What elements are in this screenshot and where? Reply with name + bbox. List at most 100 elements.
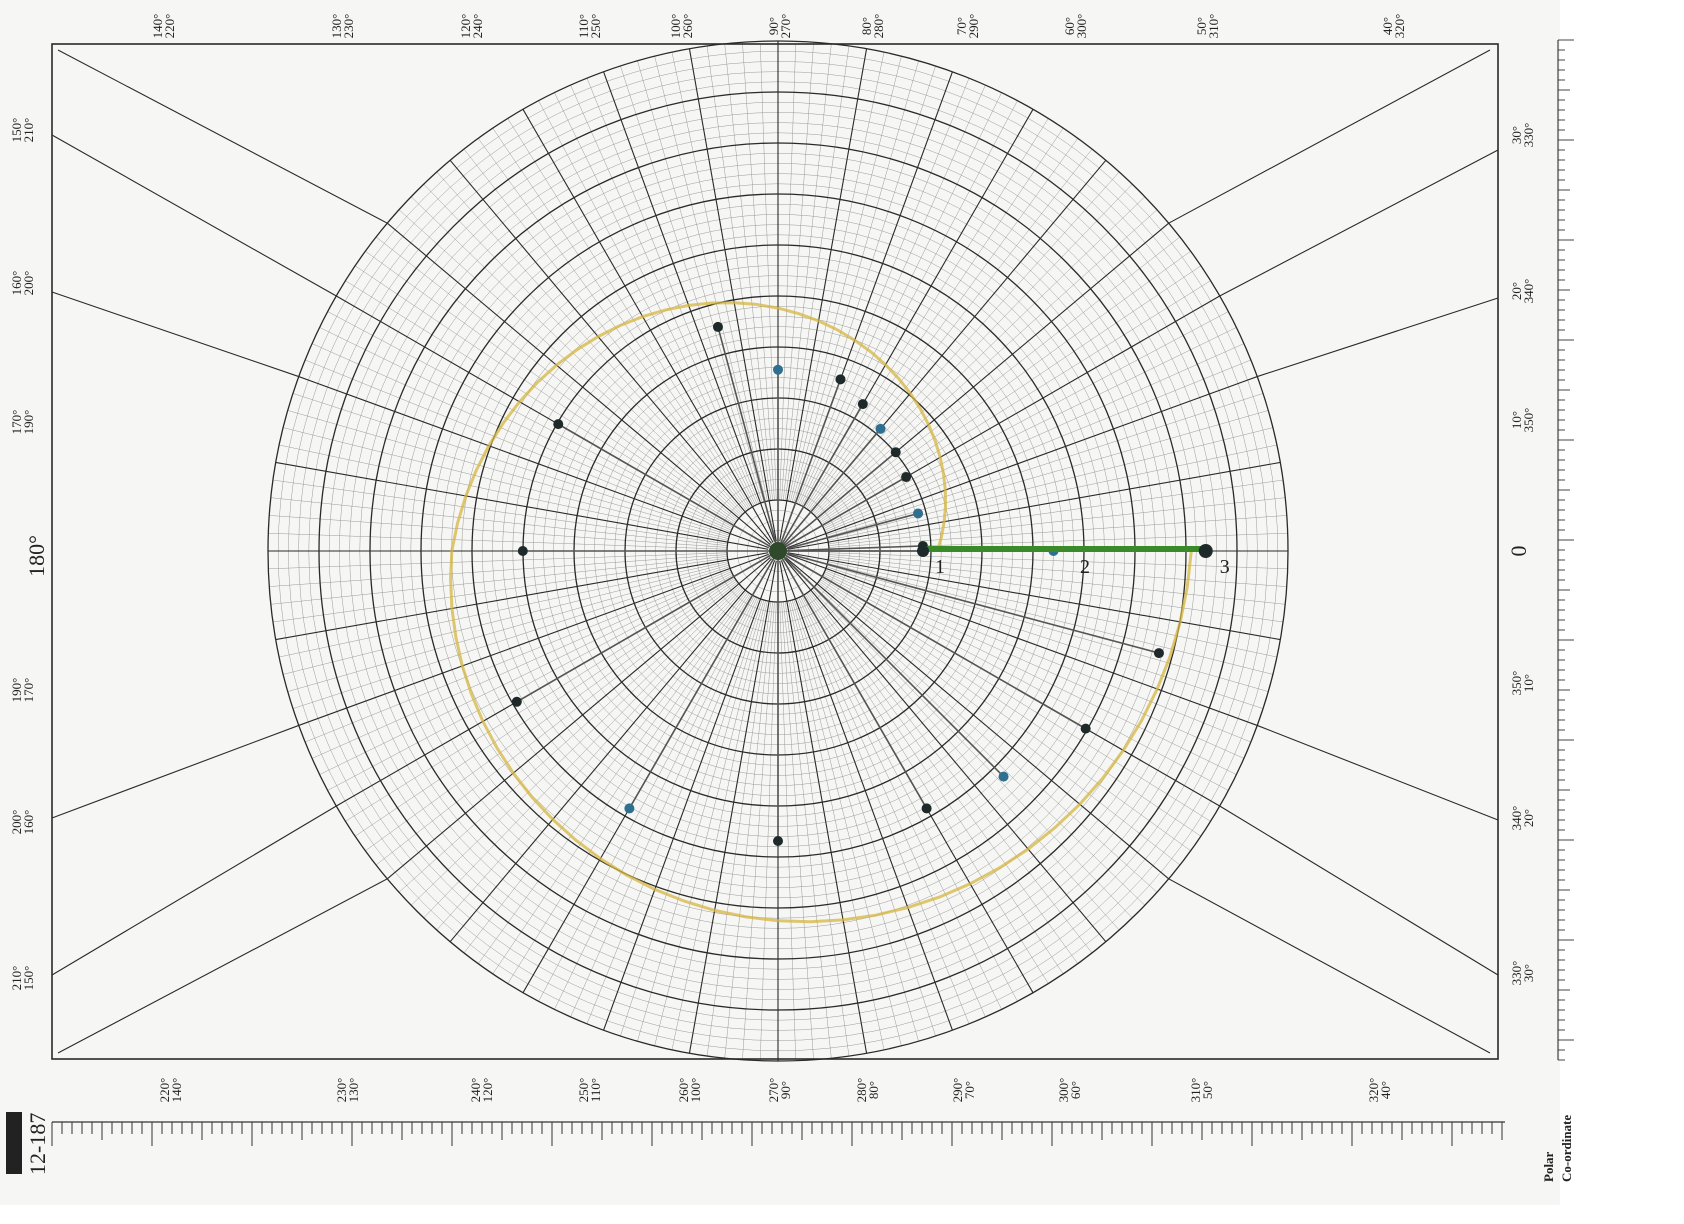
minor-radial [781,601,814,1059]
top-angle-label: 50°310° [1194,14,1221,39]
minor-radial [807,592,1078,964]
top-angle-label: 90°270° [766,14,793,39]
minor-radial [824,571,1245,759]
angle-label-secondary: 10° [1521,674,1536,692]
right-angle-label: 20°340° [1509,279,1536,304]
minor-radial [815,209,1158,518]
angle-label-secondary: 50° [1200,1081,1215,1099]
angle-label-secondary: 250° [588,14,603,39]
center-label-right: 0 [1506,546,1531,557]
left-angle-label: 200°160° [9,810,36,835]
angle-label-secondary: 90° [778,1081,793,1099]
minor-radial [478,138,749,510]
minor-radial [724,601,773,1059]
minor-radial [779,44,796,501]
angle-label-secondary: 170° [21,678,36,703]
bottom-angle-label: 270°90° [766,1078,793,1103]
corner-radial [51,291,299,378]
minor-radial [815,584,1158,893]
plotted-point [712,321,723,332]
minor-radial [783,44,832,501]
angle-label-secondary: 330° [1521,123,1536,148]
minor-radial [742,601,775,1059]
angle-label-secondary: 70° [962,1081,977,1099]
angle-label-secondary: 80° [866,1081,881,1099]
plotted-spoke [777,512,919,552]
plotted-point [901,472,912,483]
minor-radial [800,596,1002,1010]
minor-radial [410,586,742,906]
angle-label-secondary: 100° [688,1078,703,1103]
corner-radial [1257,297,1499,378]
bottom-angle-label: 260°100° [676,1078,703,1103]
major-radial [785,557,1170,880]
top-angle-label: 70°290° [954,14,981,39]
corner-radial [1219,805,1499,976]
ring-number-label: 1 [935,556,945,578]
center-label-left: 180° [24,535,49,577]
minor-radial [724,44,773,501]
minor-radial [270,556,728,605]
hand-drawn-plot: 1 2 3 [449,301,1230,924]
minor-radial [398,584,741,893]
angle-label-secondary: 20° [1521,809,1536,827]
minor-radial [828,515,1287,548]
plotted-point [998,771,1009,782]
angle-label-secondary: 190° [21,410,36,435]
bottom-angle-label: 230°130° [334,1078,361,1103]
angle-label-secondary: 140° [169,1078,184,1103]
minor-radial [269,554,728,587]
minor-radial [824,343,1245,531]
left-angle-label: 150°210° [9,118,36,143]
origin-dot [769,542,787,560]
top-angle-label: 60°300° [1062,14,1089,39]
minor-radial [423,587,743,919]
major-radial [386,222,771,545]
minor-radial [436,588,745,931]
left-angle-label: 190°170° [9,678,36,703]
minor-radial [783,601,832,1059]
bottom-angle-label: 300°60° [1056,1078,1083,1103]
minor-radial [365,580,737,851]
minor-radial [423,183,743,515]
angle-label-secondary: 270° [778,14,793,39]
right-angle-label: 10°350° [1509,408,1536,433]
minor-radial [654,56,766,502]
plotted-point [835,374,846,385]
top-angle-label: 140°220° [150,14,177,39]
plotted-point [875,423,886,434]
angle-label-secondary: 220° [162,14,177,39]
angle-label-secondary: 40° [1378,1081,1393,1099]
angle-label-secondary: 290° [966,14,981,39]
endpoint-1 [917,545,929,557]
corner-radial [51,724,299,819]
angle-label-secondary: 260° [680,14,695,39]
plotted-point [511,696,522,707]
corner-radial [1257,724,1499,821]
bottom-angle-label: 320°40° [1366,1078,1393,1103]
right-angle-label: 330°30° [1509,961,1536,986]
minor-radial [814,196,1146,516]
plotted-point [553,419,564,430]
minor-radial [268,532,728,550]
minor-radial [819,580,1191,851]
minor-radial [570,597,758,1018]
top-angle-label: 100°260° [668,14,695,39]
minor-radial [270,497,728,546]
plotted-point [890,447,901,458]
minor-radial [319,327,733,529]
angle-label-secondary: 300° [1074,14,1089,39]
bottom-angle-label: 240°120° [468,1078,495,1103]
minor-radial [570,84,758,505]
sheet-title-line1: Polar [1541,1151,1556,1182]
minor-radial [811,588,1120,931]
bottom-angle-label: 280°80° [854,1078,881,1103]
corner-radial [57,49,388,224]
minor-radial [828,554,1287,587]
minor-radial [554,596,756,1010]
angle-label-secondary: 210° [21,118,36,143]
corner-radial [1168,878,1491,1054]
corner-radial [57,878,388,1054]
minor-radial [823,573,1237,775]
bottom-angle-label: 310°50° [1188,1078,1215,1103]
